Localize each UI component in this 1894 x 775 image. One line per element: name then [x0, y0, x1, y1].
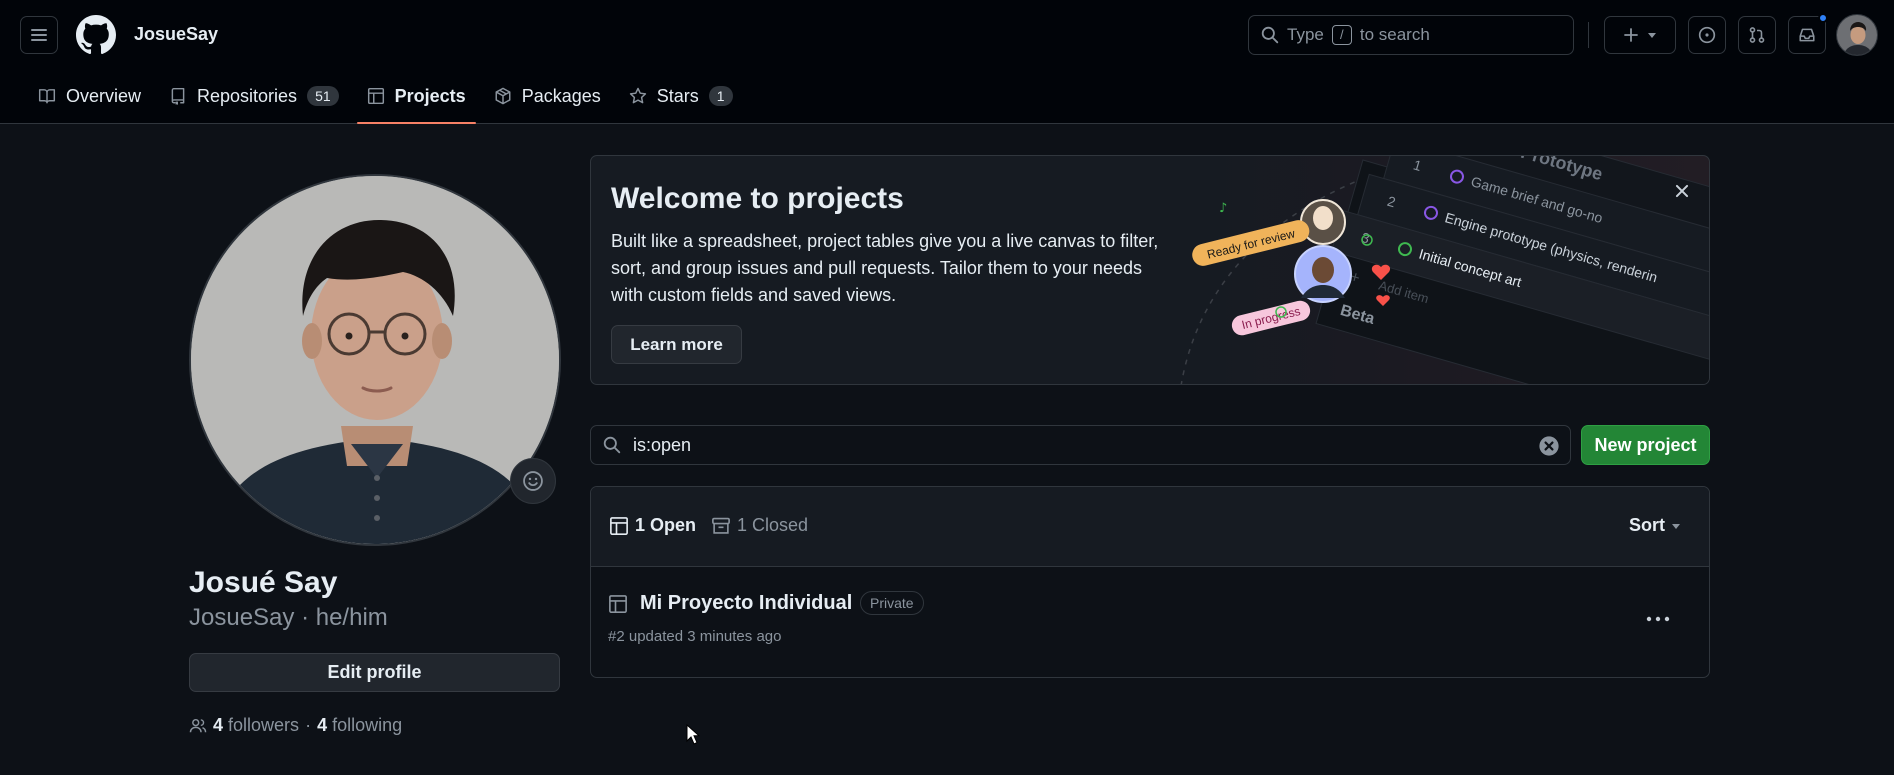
search-suffix: to search	[1359, 25, 1430, 44]
banner-description: Built like a spreadsheet, project tables…	[611, 231, 1159, 305]
project-list: 1 Open 1 Closed Sort	[590, 486, 1710, 678]
notification-indicator	[1818, 13, 1828, 23]
followers-link[interactable]: 4 followers	[213, 715, 299, 736]
kebab-horizontal-icon[interactable]	[1646, 614, 1670, 624]
banner-title: Welcome to projects	[611, 182, 904, 215]
open-projects-label: 1 Open	[635, 515, 697, 535]
star-icon	[629, 87, 646, 104]
edit-profile-button[interactable]: Edit profile	[189, 653, 560, 692]
app-header: JosueSay Type / to search Overview Repos…	[0, 0, 1894, 124]
table-icon	[610, 516, 628, 535]
repo-icon	[171, 87, 185, 105]
search-icon	[603, 436, 621, 454]
tab-overview[interactable]: Overview	[28, 76, 151, 116]
issues-button[interactable]	[1688, 16, 1726, 54]
open-projects-tab[interactable]: 1 Open	[609, 515, 696, 536]
mouse-cursor-icon	[686, 724, 700, 745]
followers-count: 4	[213, 715, 224, 735]
header-username[interactable]: JosueSay	[134, 24, 218, 45]
project-title-link[interactable]: Mi Proyecto Individual	[640, 592, 852, 615]
closed-projects-label: 1 Closed	[737, 515, 809, 535]
header-divider	[1588, 22, 1589, 48]
profile-avatar[interactable]	[189, 174, 561, 546]
following-count: 4	[317, 715, 328, 735]
followers-label: followers	[228, 715, 300, 735]
people-icon	[189, 718, 207, 732]
new-project-button[interactable]: New project	[1581, 425, 1710, 465]
tab-packages[interactable]: Packages	[484, 76, 611, 116]
sort-label: Sort	[1629, 515, 1665, 535]
projects-illustration: Prototype 1 Game brief and go-no 2 Engin…	[1180, 156, 1709, 384]
triangle-down-icon	[1672, 523, 1680, 529]
project-list-header: 1 Open 1 Closed Sort	[591, 487, 1709, 567]
search-input[interactable]: Type / to search	[1248, 15, 1574, 55]
stars-count: 1	[708, 86, 733, 106]
pull-requests-button[interactable]	[1738, 16, 1776, 54]
project-filter-input[interactable]: is:open	[590, 425, 1571, 465]
profile-nav: Overview Repositories 51 Projects Packag…	[28, 76, 751, 124]
sort-dropdown[interactable]: Sort	[1629, 515, 1681, 536]
tab-projects[interactable]: Projects	[356, 76, 476, 124]
table-icon	[367, 87, 384, 105]
smiley-icon	[523, 471, 543, 491]
project-meta: #2 updated 3 minutes ago	[608, 628, 782, 645]
tab-stars[interactable]: Stars 1	[619, 76, 743, 116]
clear-filter-icon[interactable]	[1538, 435, 1560, 457]
hamburger-icon	[31, 29, 47, 41]
profile-login-pronouns: JosueSay · he/him	[189, 604, 388, 631]
inbox-icon	[1799, 28, 1815, 42]
following-label: following	[332, 715, 403, 735]
tab-repositories-label: Repositories	[197, 85, 298, 106]
user-avatar-menu[interactable]	[1836, 14, 1878, 56]
plus-icon	[1624, 28, 1638, 42]
tab-overview-label: Overview	[66, 85, 142, 106]
filter-value: is:open	[633, 434, 692, 455]
tab-projects-label: Projects	[394, 85, 466, 106]
archive-icon	[712, 517, 730, 534]
package-icon	[495, 87, 511, 105]
set-status-button[interactable]	[510, 458, 556, 504]
search-shortcut-key: /	[1331, 25, 1352, 45]
github-logo-icon[interactable]	[76, 15, 116, 55]
git-pull-request-icon	[1749, 27, 1765, 43]
learn-more-button[interactable]: Learn more	[611, 325, 742, 364]
avatar-image	[1837, 15, 1877, 55]
closed-projects-tab[interactable]: 1 Closed	[711, 515, 808, 536]
table-icon	[609, 595, 627, 613]
visibility-badge: Private	[860, 591, 924, 615]
issue-opened-icon	[1698, 26, 1716, 44]
search-prefix: Type	[1287, 25, 1324, 44]
tab-packages-label: Packages	[521, 85, 601, 106]
following-link[interactable]: 4 following	[317, 715, 402, 736]
profile-photo	[191, 176, 559, 544]
follow-stats: 4 followers · 4 following	[189, 715, 402, 736]
book-icon	[38, 89, 56, 104]
close-banner-icon[interactable]	[1673, 182, 1691, 200]
tab-repositories[interactable]: Repositories 51	[159, 76, 349, 116]
inbox-button[interactable]	[1788, 13, 1828, 54]
triangle-down-icon	[1648, 33, 1656, 38]
welcome-banner: Welcome to projects Built like a spreads…	[590, 155, 1710, 385]
search-icon	[1261, 26, 1279, 44]
create-new-button[interactable]	[1604, 16, 1676, 54]
svg-text:♪: ♪	[1219, 201, 1227, 216]
follow-separator: ·	[305, 715, 312, 735]
profile-name: Josué Say	[189, 566, 338, 599]
tab-stars-label: Stars	[656, 85, 699, 106]
menu-button[interactable]	[20, 16, 58, 54]
repositories-count: 51	[307, 86, 339, 106]
